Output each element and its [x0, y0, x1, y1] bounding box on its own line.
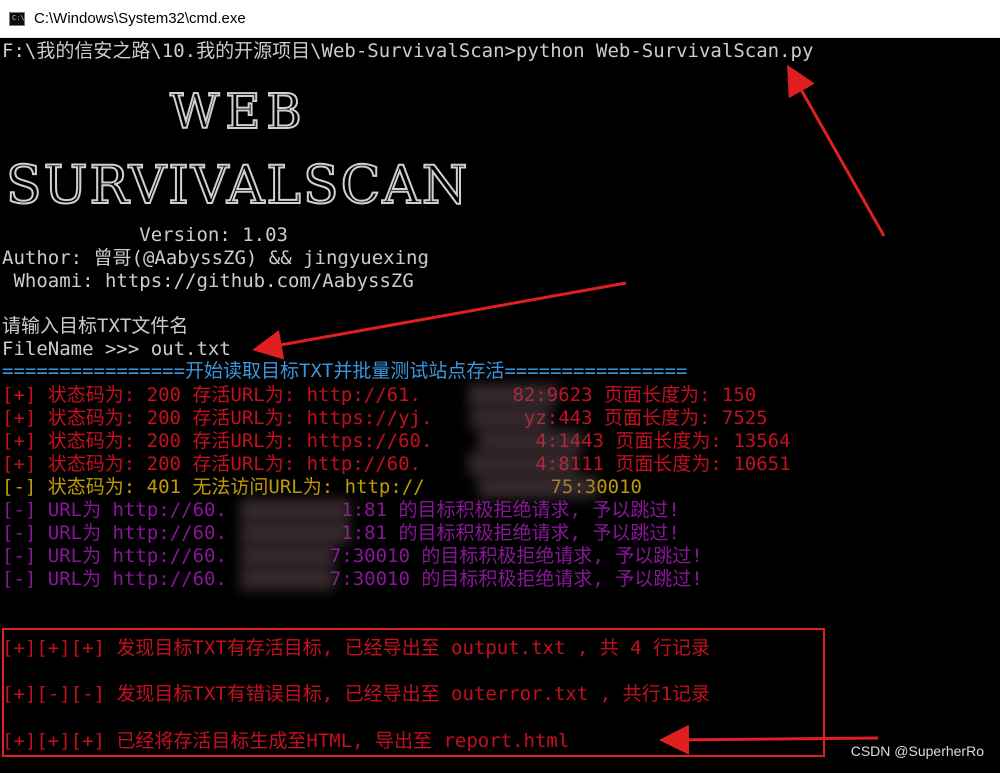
arrow-to-report: [659, 724, 879, 755]
arrow-to-command: [787, 64, 886, 237]
annotation-arrows: [252, 64, 886, 755]
arrow-to-filename: [252, 281, 627, 360]
csdn-watermark: CSDN @SuperherRo: [850, 743, 984, 759]
